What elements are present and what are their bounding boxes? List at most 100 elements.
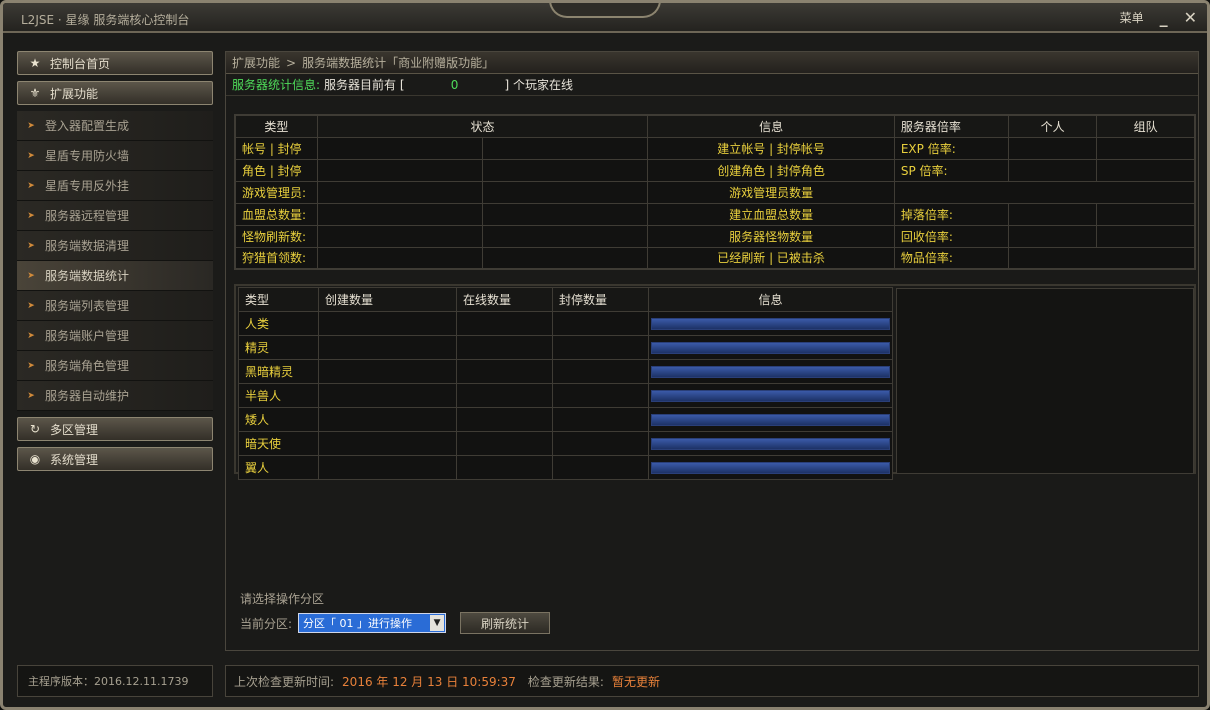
banned-cell bbox=[552, 431, 649, 456]
sidebar-home[interactable]: ★ 控制台首页 bbox=[17, 51, 213, 75]
race-type: 精灵 bbox=[238, 335, 319, 360]
info-cell bbox=[648, 311, 893, 336]
status-cell bbox=[316, 158, 484, 182]
sidebar-extend-label: 扩展功能 bbox=[50, 86, 99, 101]
sidebar-item-statistics[interactable]: ➤ 服务端数据统计 bbox=[17, 261, 213, 291]
header-banned: 封停数量 bbox=[552, 287, 649, 312]
close-icon[interactable]: ✕ bbox=[1184, 9, 1197, 26]
row-info: 建立帐号 | 封停帐号 bbox=[647, 136, 895, 160]
status-cell bbox=[316, 224, 484, 248]
refresh-stats-button[interactable]: 刷新统计 bbox=[460, 612, 551, 634]
online-cell bbox=[456, 431, 553, 456]
created-cell bbox=[318, 383, 457, 408]
arrow-icon: ➤ bbox=[27, 210, 35, 221]
sidebar: ★ 控制台首页 ⚜ 扩展功能 ➤ 登入器配置生成 ➤ 星盾专用防火墙 ➤ 星盾专… bbox=[17, 51, 213, 651]
empty-rate-cell bbox=[1008, 246, 1196, 270]
race-header-row: 类型 创建数量 在线数量 封停数量 信息 bbox=[238, 287, 893, 312]
server-info-label: 服务器统计信息: bbox=[232, 78, 321, 92]
online-count: 0 bbox=[450, 77, 459, 92]
created-cell bbox=[318, 407, 457, 432]
sidebar-item-auto-maintain[interactable]: ➤ 服务器自动维护 bbox=[17, 381, 213, 411]
row-info: 已经刷新 | 已被击杀 bbox=[647, 246, 895, 270]
row-rate: EXP 倍率: bbox=[893, 136, 1010, 160]
created-cell bbox=[318, 455, 457, 480]
sidebar-item-launcher-config[interactable]: ➤ 登入器配置生成 bbox=[17, 111, 213, 141]
status-cell bbox=[316, 136, 484, 160]
created-cell bbox=[318, 335, 457, 360]
banned-cell bbox=[552, 359, 649, 384]
app-window: L2JSE · 星缘 服务端核心控制台 菜单 _ ✕ ★ 控制台首页 ⚜ 扩展功… bbox=[0, 0, 1210, 710]
table-row: 血盟总数量: 建立血盟总数量 掉落倍率: bbox=[234, 202, 1196, 226]
breadcrumb-separator: > bbox=[286, 55, 297, 70]
sidebar-item-account-manage[interactable]: ➤ 服务端账户管理 bbox=[17, 321, 213, 351]
arrow-icon: ➤ bbox=[27, 330, 35, 341]
created-cell bbox=[318, 431, 457, 456]
sidebar-item-remote[interactable]: ➤ 服务器远程管理 bbox=[17, 201, 213, 231]
sidebar-system[interactable]: ◉ 系统管理 bbox=[17, 447, 213, 471]
arrow-icon: ➤ bbox=[27, 390, 35, 401]
sidebar-system-label: 系统管理 bbox=[50, 452, 99, 467]
online-cell bbox=[456, 407, 553, 432]
zone-select[interactable]: 分区「 01 」进行操作 ▼ bbox=[298, 613, 447, 633]
online-cell bbox=[456, 311, 553, 336]
row-info: 游戏管理员数量 bbox=[647, 180, 895, 204]
breadcrumb-part2: 服务端数据统计「商业附赠版功能」 bbox=[302, 56, 495, 70]
table-row: 翼人 bbox=[238, 455, 893, 480]
row-type: 游戏管理员: bbox=[234, 180, 318, 204]
sidebar-item-cleanup[interactable]: ➤ 服务端数据清理 bbox=[17, 231, 213, 261]
party-cell bbox=[1096, 136, 1196, 160]
sidebar-item-label: 星盾专用防火墙 bbox=[45, 149, 130, 163]
breadcrumb: 扩展功能 > 服务端数据统计「商业附赠版功能」 bbox=[226, 52, 1198, 74]
table-row: 暗天使 bbox=[238, 431, 893, 456]
stats-header-row: 类型 状态 信息 服务器倍率 个人 组队 bbox=[234, 114, 1196, 138]
row-rate: 回收倍率: bbox=[893, 224, 1010, 248]
breadcrumb-part1[interactable]: 扩展功能 bbox=[232, 54, 280, 71]
sidebar-item-list-manage[interactable]: ➤ 服务端列表管理 bbox=[17, 291, 213, 321]
sidebar-item-character-manage[interactable]: ➤ 服务端角色管理 bbox=[17, 351, 213, 381]
table-row: 矮人 bbox=[238, 407, 893, 432]
zone-select-value: 分区「 01 」进行操作 bbox=[303, 617, 413, 630]
chevron-down-icon[interactable]: ▼ bbox=[430, 615, 445, 631]
refresh-icon: ↻ bbox=[29, 422, 41, 436]
banned-cell bbox=[552, 383, 649, 408]
sidebar-multi-zone[interactable]: ↻ 多区管理 bbox=[17, 417, 213, 441]
progress-bar bbox=[651, 341, 890, 354]
status-cell bbox=[481, 246, 649, 270]
created-cell bbox=[318, 311, 457, 336]
server-info-bar: 服务器统计信息: 服务器目前有 [ 0 ] 个玩家在线 bbox=[226, 74, 1198, 96]
online-cell bbox=[456, 359, 553, 384]
header-info: 信息 bbox=[647, 114, 895, 138]
main-panel: 扩展功能 > 服务端数据统计「商业附赠版功能」 服务器统计信息: 服务器目前有 … bbox=[225, 51, 1199, 651]
race-type: 矮人 bbox=[238, 407, 319, 432]
operation-title: 请选择操作分区 bbox=[240, 592, 325, 606]
online-cell bbox=[456, 383, 553, 408]
created-cell bbox=[318, 359, 457, 384]
info-cell bbox=[648, 407, 893, 432]
sidebar-item-label: 服务端列表管理 bbox=[45, 299, 130, 313]
header-type: 类型 bbox=[234, 114, 318, 138]
race-table: 类型 创建数量 在线数量 封停数量 信息 人类 精灵 黑暗精灵 半兽人 矮人 暗… bbox=[238, 287, 893, 480]
party-cell bbox=[1096, 202, 1196, 226]
row-info: 建立血盟总数量 bbox=[647, 202, 895, 226]
eye-icon: ◉ bbox=[29, 452, 41, 466]
title-bar[interactable]: L2JSE · 星缘 服务端核心控制台 菜单 _ ✕ bbox=[3, 3, 1207, 33]
info-cell bbox=[648, 431, 893, 456]
row-type: 角色 | 封停 bbox=[234, 158, 318, 182]
fleur-de-lis-icon: ⚜ bbox=[29, 86, 41, 100]
table-row: 黑暗精灵 bbox=[238, 359, 893, 384]
minimize-icon[interactable]: _ bbox=[1160, 9, 1168, 26]
check-result-label: 检查更新结果: bbox=[527, 674, 604, 689]
sidebar-item-label: 服务器自动维护 bbox=[45, 389, 130, 403]
progress-bar bbox=[651, 389, 890, 402]
sidebar-extend[interactable]: ⚜ 扩展功能 bbox=[17, 81, 213, 105]
title-buttons: 菜单 _ ✕ bbox=[1120, 9, 1197, 26]
sidebar-item-anticheat[interactable]: ➤ 星盾专用反外挂 bbox=[17, 171, 213, 201]
progress-bar bbox=[651, 365, 890, 378]
online-cell bbox=[456, 455, 553, 480]
banned-cell bbox=[552, 455, 649, 480]
sidebar-home-label: 控制台首页 bbox=[50, 56, 111, 71]
table-row: 帐号 | 封停 建立帐号 | 封停帐号 EXP 倍率: bbox=[234, 136, 1196, 160]
row-type: 狩猎首领数: bbox=[234, 246, 318, 270]
sidebar-item-firewall[interactable]: ➤ 星盾专用防火墙 bbox=[17, 141, 213, 171]
menu-button[interactable]: 菜单 bbox=[1120, 9, 1144, 26]
